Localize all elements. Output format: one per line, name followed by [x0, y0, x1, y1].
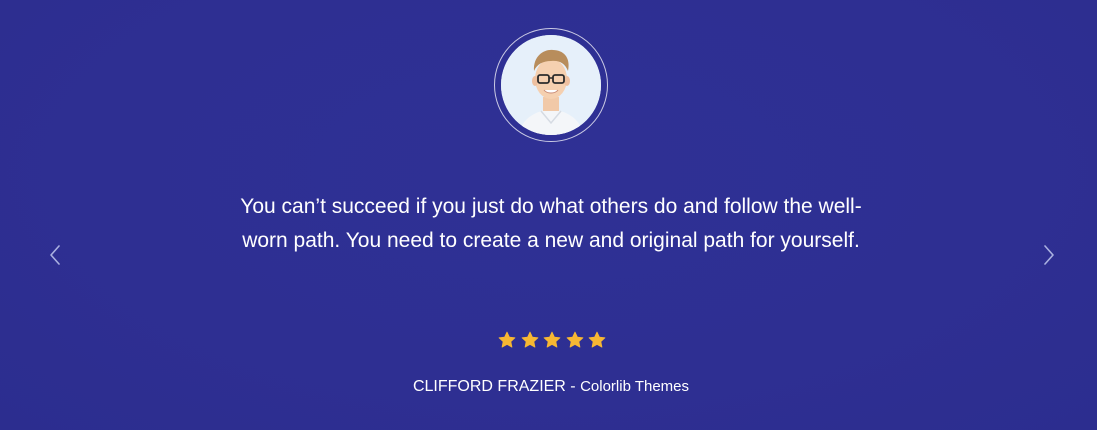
- avatar-photo: [501, 35, 601, 135]
- author-name: CLIFFORD FRAZIER: [412, 378, 566, 395]
- testimonial-author: CLIFFORD FRAZIER - Colorlib Themes: [300, 377, 802, 397]
- testimonial-section: You can’t succeed if you just do what ot…: [0, 0, 1097, 430]
- chevron-right-icon: [1044, 245, 1054, 265]
- star-icon: [543, 331, 561, 348]
- star-icon: [498, 331, 516, 348]
- author-company: Colorlib Themes: [580, 378, 690, 395]
- author-separator: -: [565, 378, 581, 395]
- prev-arrow[interactable]: [44, 243, 68, 267]
- avatar-ring: [494, 28, 608, 142]
- avatar: [501, 35, 601, 135]
- star-icon: [588, 331, 606, 348]
- testimonial-quote: You can’t succeed if you just do what ot…: [240, 195, 862, 252]
- chevron-left-icon: [50, 245, 60, 265]
- star-icon: [566, 331, 583, 348]
- next-arrow[interactable]: [1036, 243, 1060, 267]
- star-icon: [521, 331, 538, 348]
- star-rating: [497, 330, 607, 350]
